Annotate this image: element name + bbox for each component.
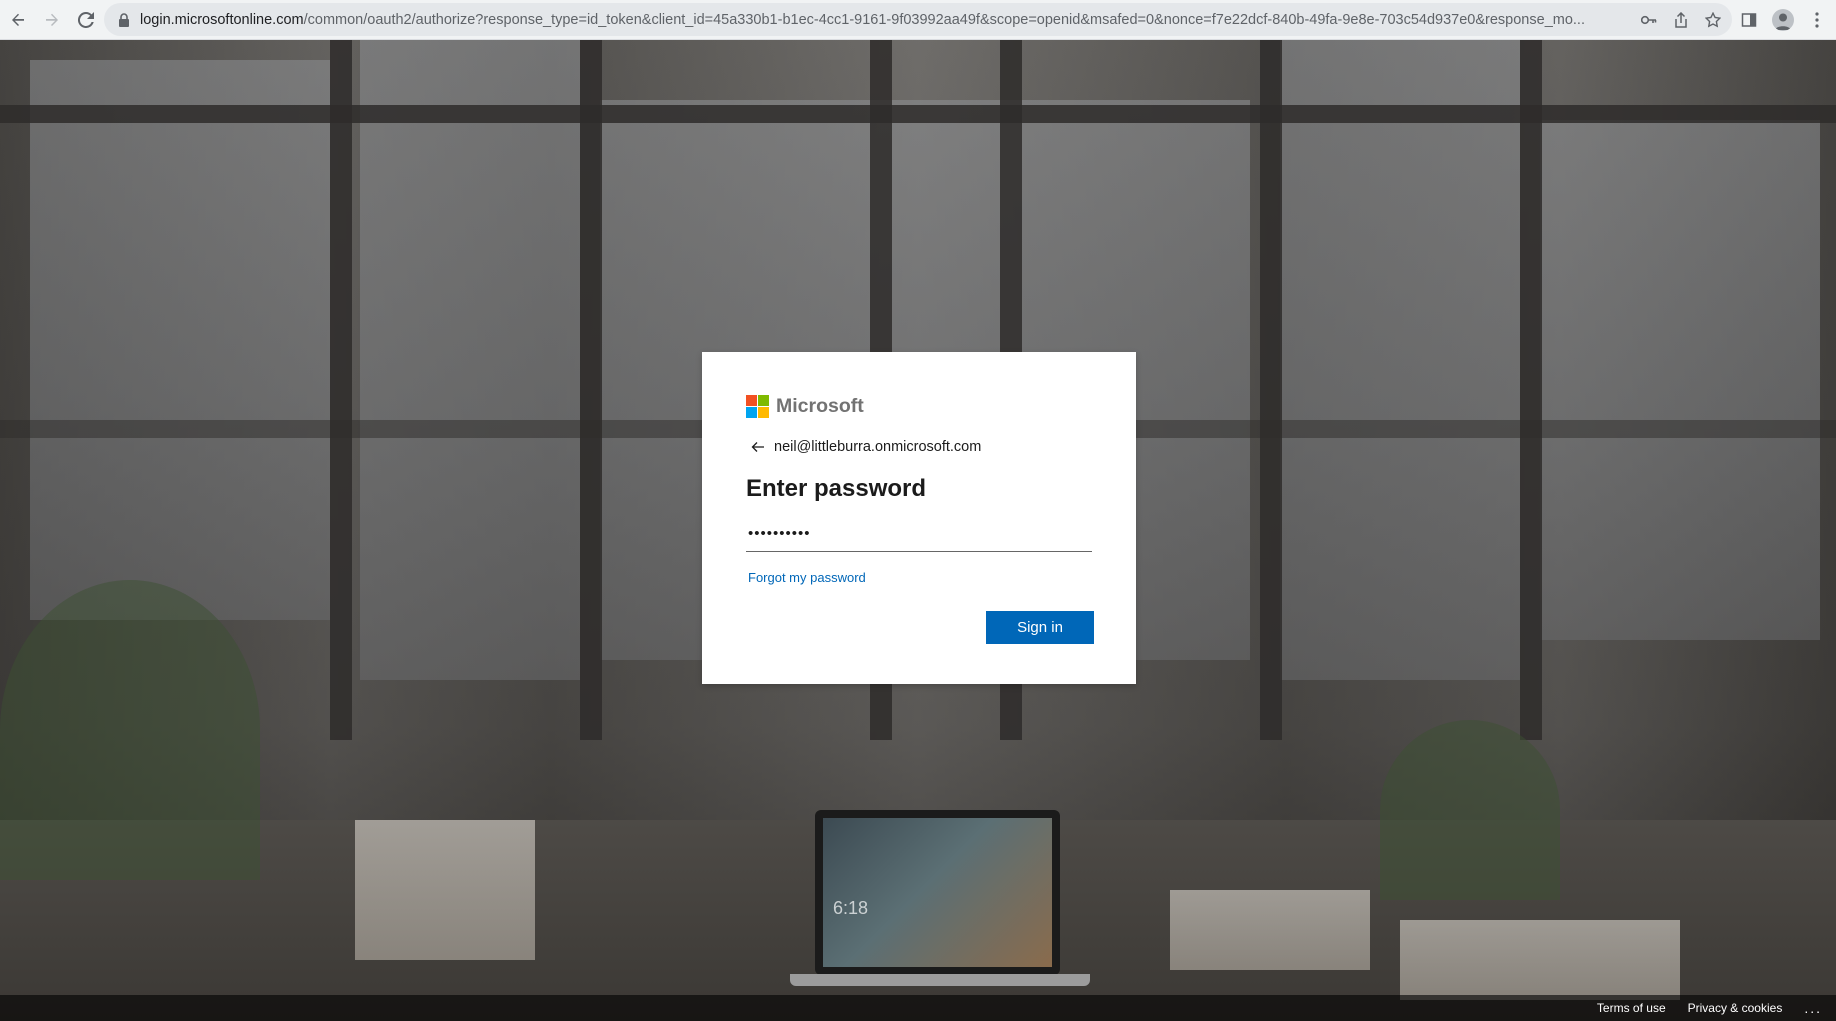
ottoman <box>1400 920 1680 1000</box>
key-icon[interactable] <box>1640 11 1658 29</box>
books <box>1170 890 1370 970</box>
window-frame <box>580 40 602 740</box>
profile-icon[interactable] <box>1772 9 1794 31</box>
window-pane <box>1280 40 1520 680</box>
forgot-password-link[interactable]: Forgot my password <box>748 570 866 585</box>
browser-toolbar: login.microsoftonline.com/common/oauth2/… <box>0 0 1836 40</box>
microsoft-logo: Microsoft <box>746 394 1092 418</box>
url-text: login.microsoftonline.com/common/oauth2/… <box>140 12 1660 28</box>
sign-in-button[interactable]: Sign in <box>986 611 1094 644</box>
microsoft-logo-icon <box>746 394 769 418</box>
window-pane <box>360 40 580 680</box>
footer: Terms of use Privacy & cookies ... <box>0 995 1836 1021</box>
page-title: Enter password <box>746 475 927 502</box>
side-panel-icon[interactable] <box>1738 9 1760 31</box>
back-arrow-icon[interactable] <box>2 4 34 36</box>
forward-arrow-icon[interactable] <box>36 4 68 36</box>
reload-icon[interactable] <box>70 4 102 36</box>
share-icon[interactable] <box>1672 11 1690 29</box>
back-arrow-icon[interactable] <box>748 439 768 455</box>
identity-email: neil@littleburra.onmicrosoft.com <box>774 439 982 455</box>
plant <box>1380 720 1560 900</box>
laptop: 6:18 <box>815 810 1060 975</box>
lock-icon[interactable] <box>116 12 132 28</box>
login-card: Microsoft neil@littleburra.onmicrosoft.c… <box>702 352 1136 684</box>
privacy-cookies-link[interactable]: Privacy & cookies <box>1688 1001 1783 1015</box>
password-input[interactable] <box>746 525 1092 542</box>
identity-banner[interactable]: neil@littleburra.onmicrosoft.com <box>746 438 1092 456</box>
window-frame <box>0 105 1836 123</box>
url-host: login.microsoftonline.com <box>140 11 304 28</box>
plant <box>0 580 260 880</box>
books <box>355 820 535 960</box>
window-frame <box>1520 40 1542 740</box>
brand-name: Microsoft <box>776 394 864 417</box>
window-frame <box>1260 40 1282 740</box>
window-pane <box>1540 120 1820 640</box>
more-vert-icon[interactable] <box>1806 9 1828 31</box>
window-frame <box>330 40 352 740</box>
star-icon[interactable] <box>1704 11 1722 29</box>
address-bar[interactable]: login.microsoftonline.com/common/oauth2/… <box>104 3 1732 36</box>
more-options-icon[interactable]: ... <box>1804 1000 1822 1016</box>
laptop-screen: 6:18 <box>823 818 1052 967</box>
window-pane <box>30 60 330 620</box>
laptop-time: 6:18 <box>833 898 869 918</box>
terms-of-use-link[interactable]: Terms of use <box>1597 1001 1666 1015</box>
password-field[interactable] <box>746 516 1092 552</box>
url-path: /common/oauth2/authorize?response_type=i… <box>303 11 1585 28</box>
laptop-base <box>790 974 1090 986</box>
